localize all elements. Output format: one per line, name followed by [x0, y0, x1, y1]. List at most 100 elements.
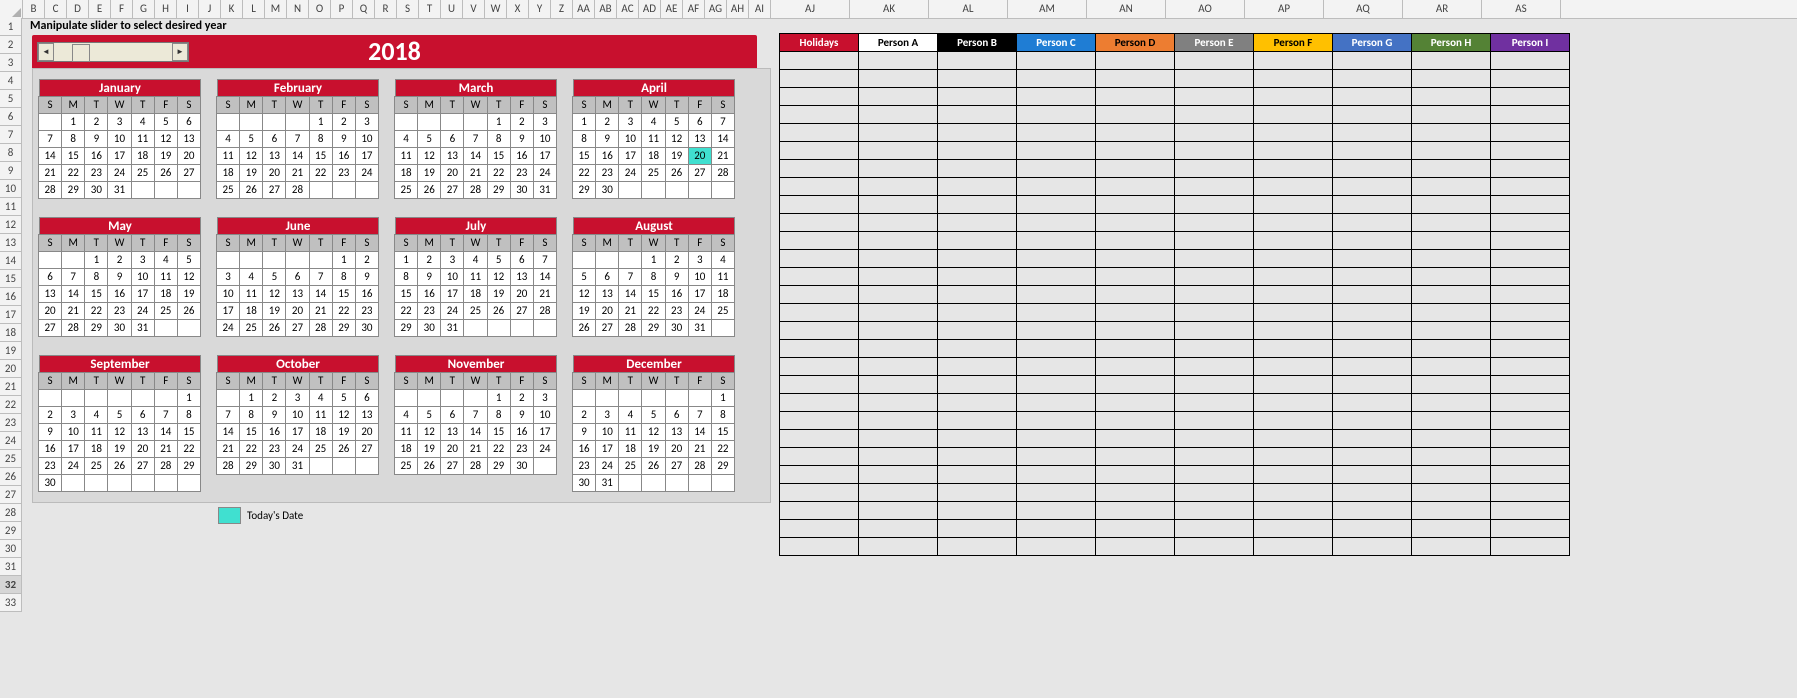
- table-cell[interactable]: [780, 466, 859, 484]
- day-cell[interactable]: 18: [394, 164, 418, 182]
- day-cell[interactable]: 27: [665, 457, 689, 475]
- day-cell[interactable]: 4: [641, 113, 665, 131]
- table-cell[interactable]: [1333, 250, 1412, 268]
- day-cell[interactable]: 24: [688, 302, 712, 320]
- table-cell[interactable]: [1017, 502, 1096, 520]
- table-cell[interactable]: [1333, 376, 1412, 394]
- table-cell[interactable]: [1096, 286, 1175, 304]
- day-cell[interactable]: 6: [440, 406, 464, 424]
- table-cell[interactable]: [938, 484, 1017, 502]
- day-cell[interactable]: 22: [177, 440, 201, 458]
- table-cell[interactable]: [1017, 88, 1096, 106]
- table-cell[interactable]: [1412, 268, 1491, 286]
- day-cell[interactable]: 12: [262, 285, 286, 303]
- table-cell[interactable]: [938, 250, 1017, 268]
- table-cell[interactable]: [1491, 232, 1570, 250]
- table-cell[interactable]: [780, 88, 859, 106]
- table-cell[interactable]: [1175, 88, 1254, 106]
- table-cell[interactable]: [1333, 304, 1412, 322]
- day-cell[interactable]: 8: [84, 268, 108, 286]
- table-cell[interactable]: [1254, 178, 1333, 196]
- table-cell[interactable]: [859, 88, 938, 106]
- table-cell[interactable]: [1017, 268, 1096, 286]
- table-cell[interactable]: [1254, 358, 1333, 376]
- table-cell[interactable]: [1175, 394, 1254, 412]
- row-header[interactable]: 7: [0, 126, 22, 144]
- day-cell[interactable]: 21: [309, 302, 333, 320]
- day-cell[interactable]: 26: [332, 440, 356, 458]
- day-cell[interactable]: 12: [417, 147, 441, 165]
- day-cell[interactable]: 12: [177, 268, 201, 286]
- day-cell[interactable]: 25: [463, 302, 487, 320]
- table-cell[interactable]: [780, 196, 859, 214]
- day-cell[interactable]: 14: [285, 147, 309, 165]
- table-cell[interactable]: [1175, 340, 1254, 358]
- column-header[interactable]: C: [45, 0, 67, 18]
- day-cell[interactable]: 9: [665, 268, 689, 286]
- day-cell[interactable]: 22: [61, 164, 85, 182]
- column-header[interactable]: AL: [929, 0, 1008, 18]
- day-cell[interactable]: 26: [572, 319, 596, 337]
- column-header[interactable]: AN: [1087, 0, 1166, 18]
- row-header[interactable]: 21: [0, 378, 22, 396]
- table-cell[interactable]: [859, 160, 938, 178]
- table-cell[interactable]: [780, 502, 859, 520]
- day-cell[interactable]: 12: [665, 130, 689, 148]
- day-cell[interactable]: 4: [394, 130, 418, 148]
- row-header[interactable]: 26: [0, 468, 22, 486]
- table-cell[interactable]: [1491, 448, 1570, 466]
- day-cell[interactable]: 17: [533, 147, 557, 165]
- day-cell[interactable]: 28: [711, 164, 735, 182]
- day-cell[interactable]: 29: [487, 457, 511, 475]
- column-header[interactable]: X: [507, 0, 529, 18]
- table-cell[interactable]: [938, 88, 1017, 106]
- day-cell[interactable]: 21: [463, 164, 487, 182]
- day-cell[interactable]: 27: [38, 319, 62, 337]
- day-cell[interactable]: 4: [216, 130, 240, 148]
- day-cell[interactable]: 9: [355, 268, 379, 286]
- day-cell[interactable]: 26: [262, 319, 286, 337]
- table-cell[interactable]: [1412, 232, 1491, 250]
- day-cell[interactable]: 14: [216, 423, 240, 441]
- day-cell[interactable]: 19: [665, 147, 689, 165]
- table-cell[interactable]: [859, 466, 938, 484]
- table-cell[interactable]: [1096, 214, 1175, 232]
- day-cell[interactable]: 27: [262, 181, 286, 199]
- table-cell[interactable]: [1017, 52, 1096, 70]
- table-cell[interactable]: [1491, 358, 1570, 376]
- day-cell[interactable]: 8: [572, 130, 596, 148]
- day-cell[interactable]: 14: [618, 285, 642, 303]
- day-cell[interactable]: 8: [332, 268, 356, 286]
- table-cell[interactable]: [1096, 430, 1175, 448]
- day-cell[interactable]: 22: [487, 440, 511, 458]
- table-cell[interactable]: [1175, 376, 1254, 394]
- day-cell[interactable]: 5: [239, 130, 263, 148]
- table-cell[interactable]: [1491, 538, 1570, 556]
- table-cell[interactable]: [859, 214, 938, 232]
- table-cell[interactable]: [1333, 412, 1412, 430]
- person-header[interactable]: Person B: [938, 34, 1017, 52]
- table-cell[interactable]: [1096, 160, 1175, 178]
- table-cell[interactable]: [1254, 214, 1333, 232]
- day-cell[interactable]: 17: [285, 423, 309, 441]
- day-cell[interactable]: 11: [239, 285, 263, 303]
- day-cell[interactable]: 29: [332, 319, 356, 337]
- table-cell[interactable]: [859, 340, 938, 358]
- day-cell[interactable]: 5: [332, 389, 356, 407]
- day-cell[interactable]: 31: [285, 457, 309, 475]
- day-cell[interactable]: 8: [487, 406, 511, 424]
- column-header[interactable]: V: [463, 0, 485, 18]
- table-cell[interactable]: [1175, 196, 1254, 214]
- row-header[interactable]: 24: [0, 432, 22, 450]
- day-cell[interactable]: 14: [533, 268, 557, 286]
- table-cell[interactable]: [938, 286, 1017, 304]
- table-cell[interactable]: [1017, 70, 1096, 88]
- day-cell[interactable]: 15: [487, 423, 511, 441]
- day-cell[interactable]: 15: [84, 285, 108, 303]
- table-cell[interactable]: [1175, 52, 1254, 70]
- row-header[interactable]: 17: [0, 306, 22, 324]
- day-cell[interactable]: 16: [510, 423, 534, 441]
- row-header[interactable]: 12: [0, 216, 22, 234]
- table-cell[interactable]: [1412, 502, 1491, 520]
- day-cell[interactable]: 1: [487, 389, 511, 407]
